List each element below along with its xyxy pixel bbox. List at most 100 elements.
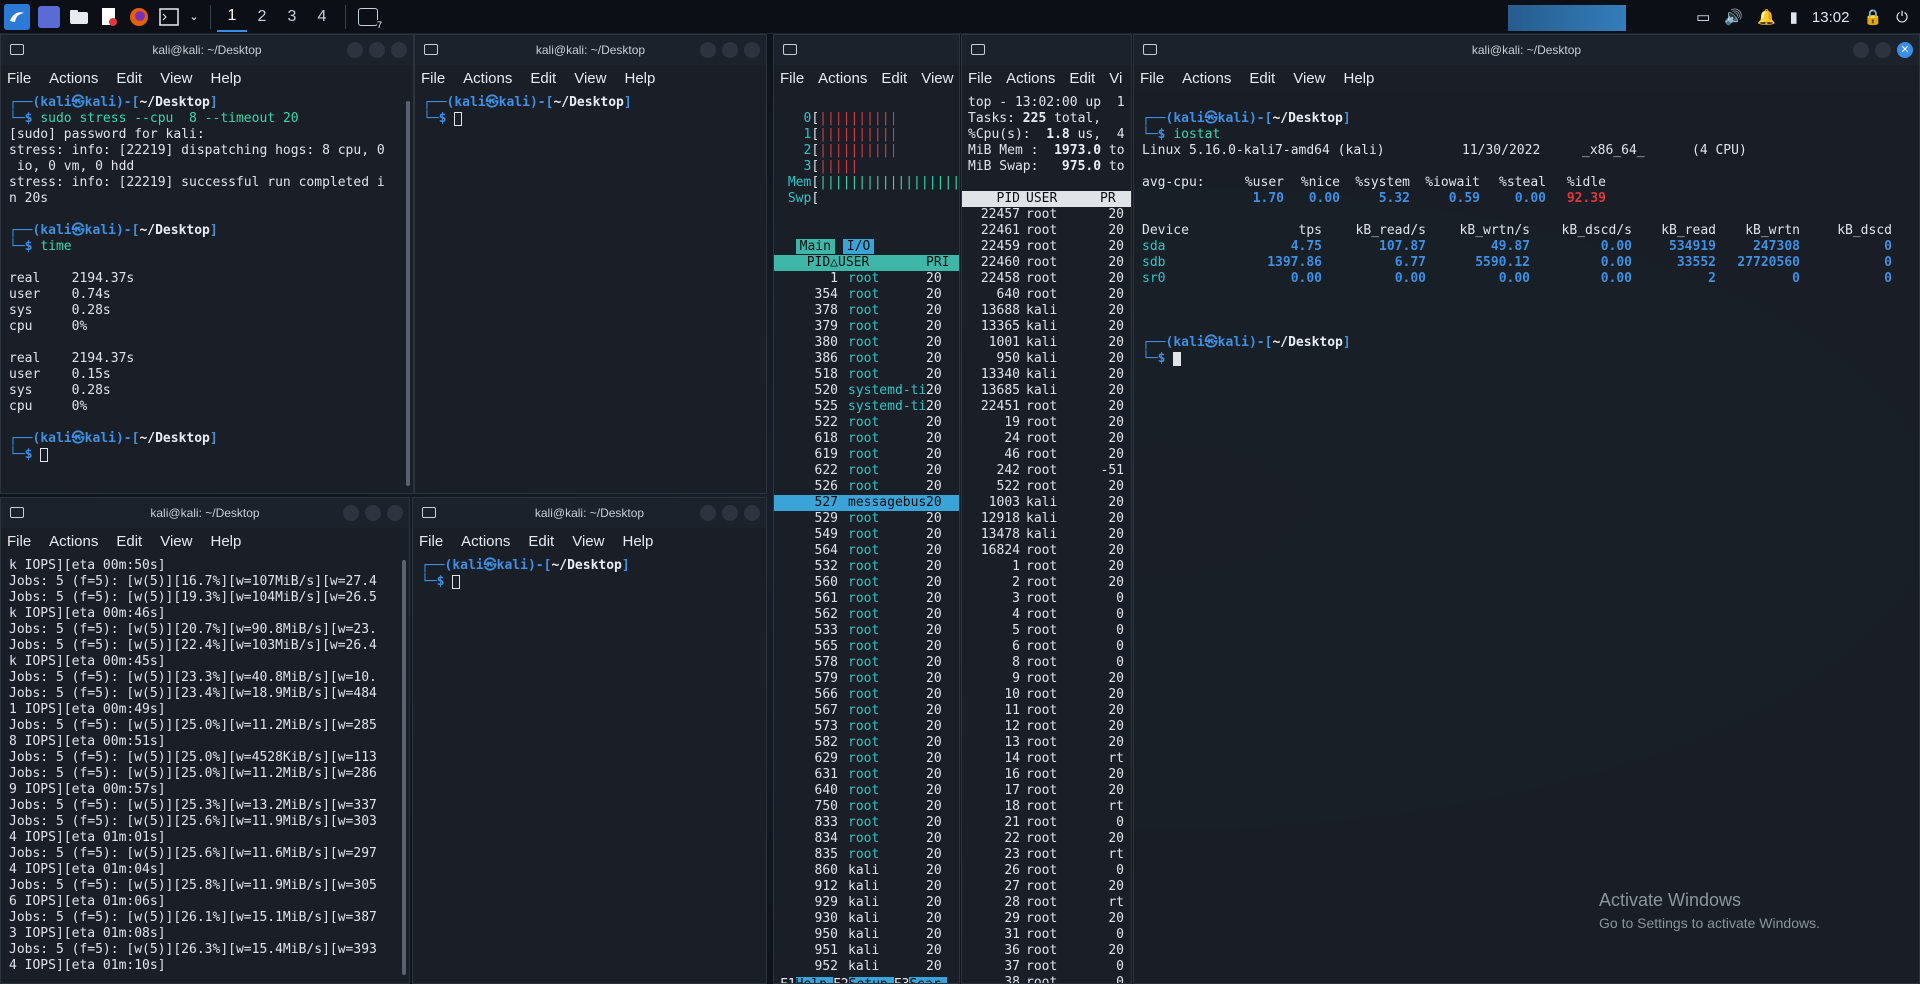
menu-item[interactable]: Actions [463,70,512,87]
minimize-button[interactable] [700,505,716,521]
process-row[interactable]: 582 root 20 [780,735,953,751]
process-row[interactable]: 565 root 20 [780,639,953,655]
process-row[interactable]: 561 root 20 [780,591,953,607]
text-cursor[interactable] [40,447,49,462]
menu-item[interactable]: Help [624,70,655,87]
text-cursor[interactable] [1173,351,1182,366]
menu-item[interactable]: Vi [1109,70,1122,87]
notification-bell-icon[interactable]: 🔔 [1757,8,1776,26]
tab-io[interactable]: I/O [842,239,875,254]
minimize-button[interactable] [1853,42,1869,58]
process-row[interactable]: 386 root 20 [780,351,953,367]
workspace-4[interactable]: 4 [307,2,337,32]
text-cursor[interactable] [454,111,463,126]
process-row[interactable]: 520 systemd-ti20 [780,383,953,399]
process-row[interactable]: 952 kali 20 [780,959,953,975]
menu-item[interactable]: View [572,533,604,550]
menu-item[interactable]: Edit [1069,70,1095,87]
maximize-button[interactable] [365,505,381,521]
process-row[interactable]: 950 kali 20 [780,927,953,943]
power-icon[interactable]: ⏻ [1896,9,1908,26]
close-button[interactable] [387,505,403,521]
process-row[interactable]: 1 root 20 [780,271,953,287]
terminal-output[interactable]: ┌──(kali㉿kali)-[~/Desktop] └─$ [413,554,766,594]
process-row[interactable]: 912 kali 20 [780,879,953,895]
chevron-down-icon[interactable]: ⌄ [188,6,200,28]
maximize-button[interactable] [722,42,738,58]
top-view[interactable]: top - 13:02:00 up 1 Tasks: 225 total, %Cp… [962,91,1131,983]
terminal-icon[interactable] [158,6,180,28]
window-titlebar[interactable]: kali@kali: ~/Desktop [415,35,766,65]
window-titlebar[interactable] [774,35,959,65]
process-row[interactable]: 564 root 20 [780,543,953,559]
process-row[interactable]: 560 root 20 [780,575,953,591]
minimize-button[interactable] [347,42,363,58]
process-row[interactable]: 930 kali 20 [780,911,953,927]
window-titlebar[interactable] [962,35,1131,65]
terminal-output[interactable]: ┌──(kali㉿kali)-[~/Desktop] └─$ sudo stres… [1,91,413,467]
header-user[interactable]: USER [838,255,926,271]
window-titlebar[interactable]: kali@kali: ~/Desktop [1,498,409,528]
process-row[interactable]: 566 root 20 [780,687,953,703]
process-row[interactable]: 951 kali 20 [780,943,953,959]
menu-item[interactable]: Edit [528,533,554,550]
menu-item[interactable]: Actions [818,70,867,87]
process-row[interactable]: 835 root 20 [780,847,953,863]
battery-icon[interactable]: ▮ [1790,8,1798,26]
firefox-icon[interactable] [128,6,150,28]
fkey-action[interactable]: Help [795,977,833,983]
minimize-button[interactable] [700,42,716,58]
scrollbar[interactable] [406,101,410,486]
menu-item[interactable]: View [574,70,606,87]
process-row[interactable]: 533 root 20 [780,623,953,639]
menu-item[interactable]: Actions [49,70,98,87]
menu-item[interactable]: Actions [49,533,98,550]
process-row[interactable]: 834 root 20 [780,831,953,847]
menu-item[interactable]: Actions [1006,70,1055,87]
kali-menu-icon[interactable] [4,3,30,30]
process-row[interactable]: 562 root 20 [780,607,953,623]
workspace-3[interactable]: 3 [277,2,307,32]
process-row[interactable]: 526 root 20 [780,479,953,495]
workspace-2[interactable]: 2 [247,2,277,32]
process-row[interactable]: 579 root 20 [780,671,953,687]
window-titlebar[interactable]: kali@kali: ~/Desktop [413,498,766,528]
lock-icon[interactable]: 🔒 [1863,8,1882,26]
process-row[interactable]: 578 root 20 [780,655,953,671]
htop-view[interactable]: 0[|||||||||| 1[|||||||||| 2[|||||||||| 3… [774,91,959,983]
process-row[interactable]: 380 root 20 [780,335,953,351]
process-row[interactable]: 567 root 20 [780,703,953,719]
terminal-output[interactable]: ┌──(kali㉿kali)-[~/Desktop] └─$ [415,91,766,131]
scrollbar[interactable] [402,560,406,975]
process-row[interactable]: 833 root 20 [780,815,953,831]
process-row[interactable]: 549 root 20 [780,527,953,543]
maximize-button[interactable] [722,505,738,521]
tab-main[interactable]: Main [795,239,835,254]
menu-item[interactable]: View [160,70,192,87]
menu-item[interactable]: View [921,70,953,87]
terminal-output[interactable]: k IOPS][eta 00m:50s] Jobs: 5 (f=5): [w(5)… [1,554,409,978]
process-row[interactable]: 529 root 20 [780,511,953,527]
menu-item[interactable]: View [160,533,192,550]
close-button[interactable] [744,42,760,58]
process-row[interactable]: 354 root 20 [780,287,953,303]
menu-item[interactable]: File [7,70,31,87]
process-row[interactable]: 929 kali 20 [780,895,953,911]
process-row[interactable]: 518 root 20 [780,367,953,383]
menu-item[interactable]: Help [210,533,241,550]
header-pid[interactable]: PID△ [780,255,838,271]
file-manager-icon[interactable] [68,6,90,28]
menu-item[interactable]: File [780,70,804,87]
process-row[interactable]: 750 root 20 [780,799,953,815]
process-row[interactable]: 860 kali 20 [780,863,953,879]
menu-item[interactable]: Edit [116,70,142,87]
desktop-icon[interactable] [38,5,60,28]
maximize-button[interactable] [369,42,385,58]
process-row[interactable]: 640 root 20 [780,783,953,799]
workspace-1[interactable]: 1 [217,2,247,32]
menu-item[interactable]: File [419,533,443,550]
text-cursor[interactable] [452,574,461,589]
close-button[interactable] [744,505,760,521]
menu-item[interactable]: Actions [461,533,510,550]
process-row[interactable]: 527 messagebus20 [774,495,959,511]
